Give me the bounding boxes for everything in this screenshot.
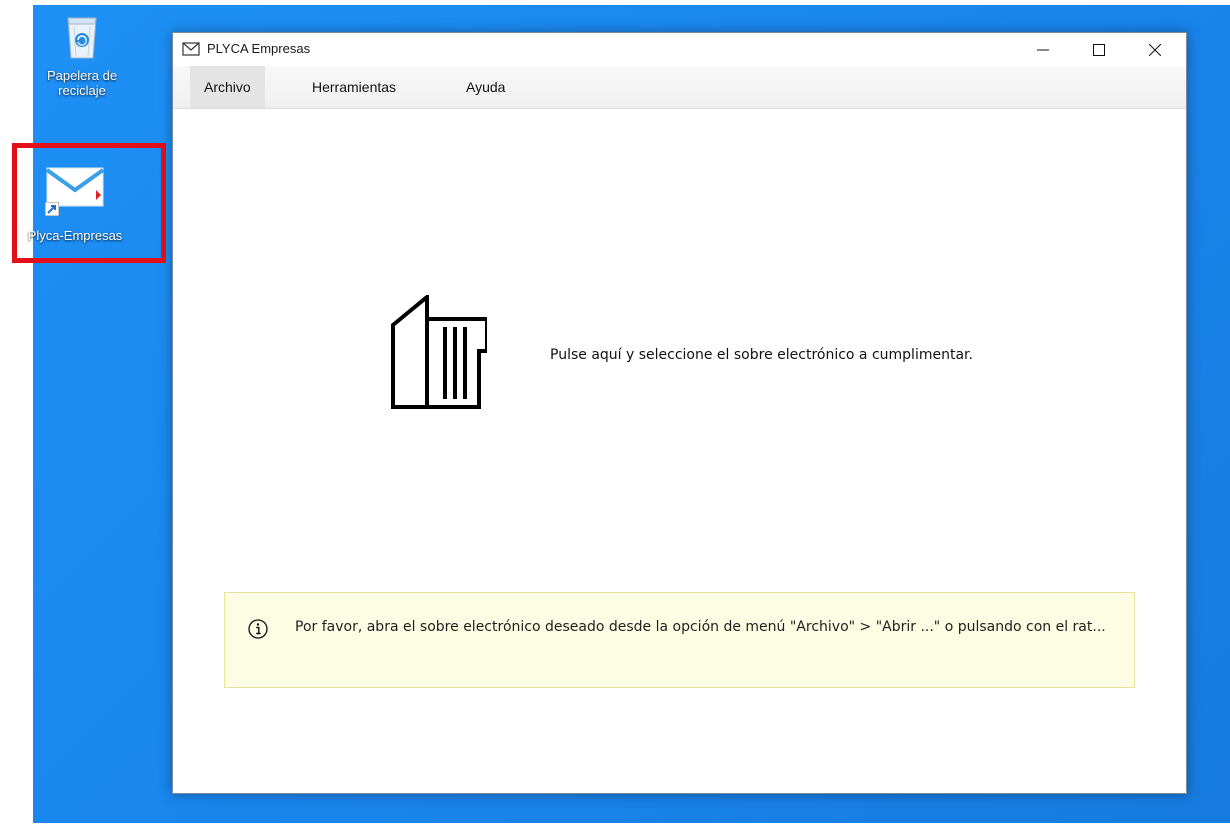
select-envelope-area[interactable]: Pulse aquí y seleccione el sobre electró…: [378, 293, 993, 423]
app-window: PLYCA Empresas Archivo Herramientas Ayud…: [172, 32, 1187, 794]
info-message-box: Por favor, abra el sobre electrónico des…: [224, 592, 1135, 688]
minimize-button[interactable]: [1020, 33, 1066, 66]
highlight-box: [12, 143, 166, 263]
window-title: PLYCA Empresas: [207, 41, 311, 56]
minimize-icon: [1037, 49, 1049, 50]
menu-herramientas[interactable]: Herramientas: [298, 66, 410, 108]
info-icon: [248, 619, 268, 639]
maximize-icon: [1093, 43, 1105, 56]
open-folder-document-icon: [391, 295, 487, 409]
menu-ayuda[interactable]: Ayuda: [452, 66, 519, 108]
recycle-bin-label: Papelera de reciclaje: [46, 68, 118, 98]
info-message-text: Por favor, abra el sobre electrónico des…: [295, 619, 1106, 635]
menu-archivo[interactable]: Archivo: [190, 66, 265, 108]
close-button[interactable]: [1132, 33, 1178, 66]
menu-bar: Archivo Herramientas Ayuda: [173, 66, 1186, 109]
envelope-icon: [182, 42, 200, 56]
title-bar[interactable]: PLYCA Empresas: [173, 33, 1186, 66]
recycle-bin-icon: [67, 17, 97, 59]
maximize-button[interactable]: [1076, 33, 1122, 66]
close-icon: [1149, 43, 1161, 56]
desktop-icon-recycle-bin[interactable]: Papelera de reciclaje: [32, 10, 132, 98]
select-envelope-text: Pulse aquí y seleccione el sobre electró…: [550, 347, 973, 363]
